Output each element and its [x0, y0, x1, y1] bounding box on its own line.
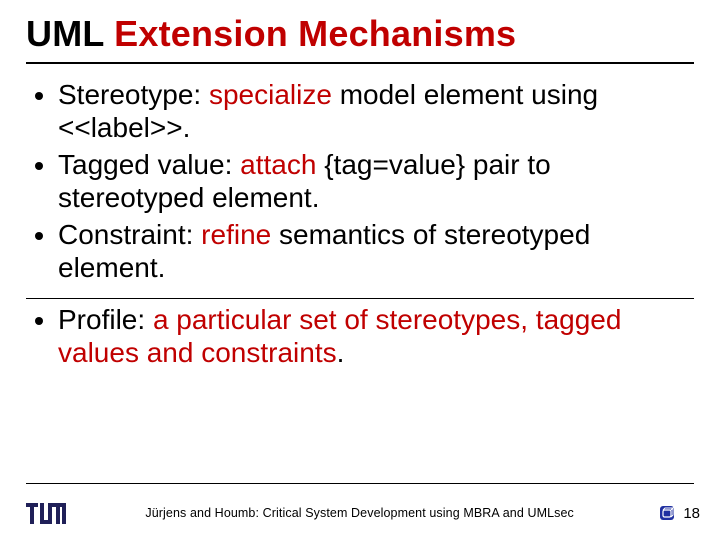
title-rule	[26, 62, 694, 64]
bullet-item: Tagged value: attach {tag=value} pair to…	[58, 148, 694, 214]
bullet-lead: Stereotype:	[58, 79, 209, 110]
title-plain: UML	[26, 13, 114, 54]
slide-title: UML Extension Mechanisms	[26, 14, 694, 54]
tum-logo	[26, 503, 66, 524]
footer-text: Jürjens and Houmb: Critical System Devel…	[66, 506, 653, 520]
bullet-accent: attach	[240, 149, 316, 180]
page-number: 18	[683, 505, 700, 522]
title-accent: Extension Mechanisms	[114, 13, 516, 54]
bullet-item: Profile: a particular set of stereotypes…	[58, 303, 694, 369]
bullet-lead: Constraint:	[58, 219, 201, 250]
footer: Jürjens and Houmb: Critical System Devel…	[26, 496, 700, 530]
bullet-accent: specialize	[209, 79, 332, 110]
bullet-lead: Tagged value:	[58, 149, 240, 180]
slide-body: Stereotype: specialize model element usi…	[26, 78, 694, 369]
uml-cube-icon	[659, 505, 675, 521]
slide: UML Extension Mechanisms Stereotype: spe…	[0, 0, 720, 540]
profile-rest: .	[337, 337, 345, 368]
bullet-list: Stereotype: specialize model element usi…	[30, 78, 694, 284]
footer-rule	[26, 483, 694, 484]
profile-lead: Profile:	[58, 304, 153, 335]
bullet-item: Stereotype: specialize model element usi…	[58, 78, 694, 144]
mid-rule	[26, 298, 694, 299]
bullet-item: Constraint: refine semantics of stereoty…	[58, 218, 694, 284]
bullet-accent: refine	[201, 219, 271, 250]
profile-block: Profile: a particular set of stereotypes…	[30, 303, 694, 369]
